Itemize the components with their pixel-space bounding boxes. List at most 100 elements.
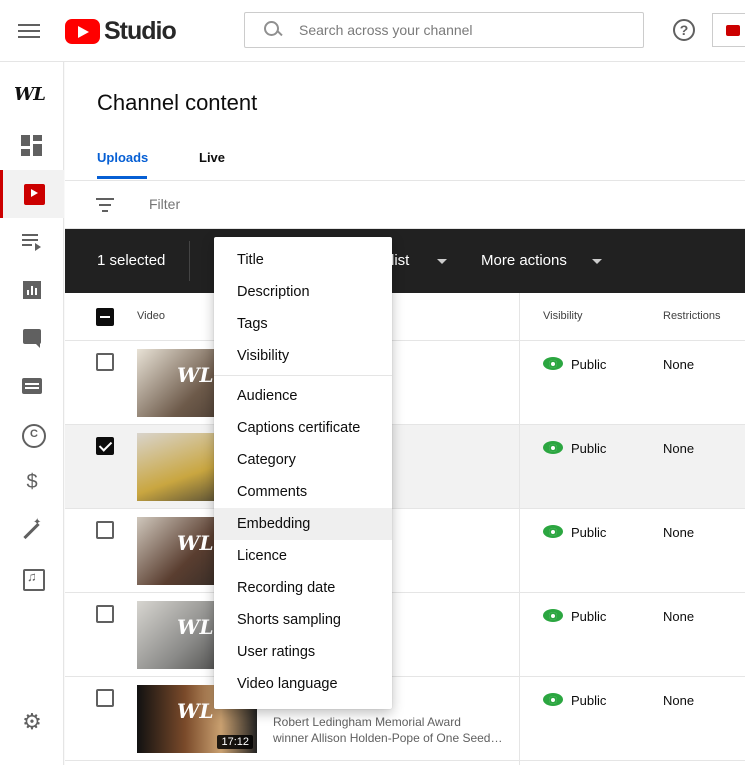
bulk-action-bar: 1 selected list More actions <box>65 229 745 293</box>
nav-audio-library[interactable] <box>0 554 64 602</box>
nav-analytics[interactable] <box>0 266 64 314</box>
nav-earn[interactable]: $ <box>0 458 64 506</box>
menu-item-recording-date[interactable]: Recording date <box>214 572 392 604</box>
visibility-eye-icon <box>543 356 563 372</box>
channel-avatar[interactable]: WL <box>14 84 46 105</box>
chevron-down-icon[interactable] <box>592 259 602 264</box>
restrictions-value: None <box>663 693 695 708</box>
row-checkbox[interactable] <box>96 353 114 371</box>
menu-item-description[interactable]: Description <box>214 276 392 308</box>
visibility-value[interactable]: Public <box>571 525 606 540</box>
edit-field-menu: Title Description Tags Visibility Audien… <box>214 237 392 709</box>
search-input[interactable] <box>299 22 629 38</box>
menu-item-audience[interactable]: Audience <box>214 380 392 412</box>
menu-item-video-language[interactable]: Video language <box>214 668 392 700</box>
chevron-down-icon[interactable] <box>437 259 447 264</box>
visibility-value[interactable]: Public <box>571 441 606 456</box>
audio-library-icon <box>21 567 45 591</box>
active-tab-indicator <box>97 176 147 179</box>
search-box[interactable] <box>244 12 644 48</box>
playlist-icon <box>21 231 43 253</box>
table-row[interactable]: ngs Mid-Century … lykhan Velji Designsig… <box>65 425 745 509</box>
video-description: Robert Ledingham Memorial Award winner Al… <box>273 715 503 745</box>
nav-copyright[interactable] <box>0 410 64 458</box>
nav-settings[interactable]: ⚙ <box>0 698 64 746</box>
nav-playlists[interactable] <box>0 218 64 266</box>
table-row[interactable]: WL onversation with … ednesday, designer… <box>65 509 745 593</box>
column-header-restrictions[interactable]: Restrictions <box>663 310 720 322</box>
dashboard-icon <box>21 135 43 157</box>
divider <box>65 180 745 181</box>
filter-input[interactable] <box>149 196 449 212</box>
table-header: Video Visibility Restrictions <box>65 293 745 341</box>
divider <box>189 241 190 281</box>
table-row[interactable]: WL 17:12 onversation with … Robert Ledin… <box>65 677 745 761</box>
magic-wand-icon <box>21 517 43 541</box>
menu-divider <box>214 375 392 376</box>
row-checkbox[interactable] <box>96 437 114 455</box>
select-all-checkbox[interactable] <box>96 308 114 326</box>
menu-item-captions-certificate[interactable]: Captions certificate <box>214 412 392 444</box>
page-title: Channel content <box>97 90 258 115</box>
filter-icon[interactable] <box>96 198 114 212</box>
column-divider <box>519 293 520 765</box>
visibility-eye-icon <box>543 692 563 708</box>
restrictions-value: None <box>663 525 695 540</box>
row-checkbox[interactable] <box>96 605 114 623</box>
more-actions-button[interactable]: More actions <box>481 252 567 269</box>
content-icon <box>21 183 45 205</box>
tab-uploads[interactable]: Uploads <box>97 150 148 165</box>
studio-logo[interactable]: Studio <box>65 17 177 46</box>
visibility-eye-icon <box>543 524 563 540</box>
menu-item-tags[interactable]: Tags <box>214 308 392 340</box>
menu-item-embedding[interactable]: Embedding <box>214 508 392 540</box>
row-checkbox[interactable] <box>96 689 114 707</box>
hamburger-menu-icon[interactable] <box>18 20 40 40</box>
restrictions-value: None <box>663 609 695 624</box>
menu-item-title[interactable]: Title <box>214 244 392 276</box>
row-checkbox[interactable] <box>96 521 114 539</box>
add-to-playlist-button[interactable]: list <box>391 252 409 269</box>
visibility-value[interactable]: Public <box>571 357 606 372</box>
side-nav: WL $ ⚙ <box>0 62 64 765</box>
restrictions-value: None <box>663 357 695 372</box>
thumbnail-logo: WL <box>177 699 214 723</box>
menu-item-user-ratings[interactable]: User ratings <box>214 636 392 668</box>
nav-dashboard[interactable] <box>0 122 64 170</box>
thumbnail-logo: WL <box>177 363 214 387</box>
column-header-video[interactable]: Video <box>137 310 165 322</box>
nav-customization[interactable] <box>0 506 64 554</box>
comments-icon <box>21 327 43 349</box>
visibility-eye-icon <box>543 608 563 624</box>
create-video-button[interactable] <box>712 13 745 47</box>
brand-label: Studio <box>104 17 177 45</box>
visibility-value[interactable]: Public <box>571 693 606 708</box>
subtitles-icon <box>21 375 43 397</box>
analytics-icon <box>21 279 43 301</box>
selected-count: 1 selected <box>97 252 166 269</box>
menu-item-shorts-sampling[interactable]: Shorts sampling <box>214 604 392 636</box>
tab-live[interactable]: Live <box>199 150 225 165</box>
top-bar: Studio ? <box>0 0 745 62</box>
nav-subtitles[interactable] <box>0 362 64 410</box>
nav-comments[interactable] <box>0 314 64 362</box>
thumbnail-logo: WL <box>177 531 214 555</box>
column-header-visibility[interactable]: Visibility <box>543 310 583 322</box>
dollar-icon: $ <box>26 471 38 493</box>
youtube-play-icon <box>65 19 100 44</box>
menu-item-category[interactable]: Category <box>214 444 392 476</box>
menu-item-comments[interactable]: Comments <box>214 476 392 508</box>
menu-item-visibility[interactable]: Visibility <box>214 340 392 372</box>
video-duration: 17:12 <box>217 735 253 749</box>
table-row[interactable]: WL onversation with … oject 22 Designl D… <box>65 593 745 677</box>
search-icon <box>257 12 293 48</box>
menu-item-licence[interactable]: Licence <box>214 540 392 572</box>
visibility-value[interactable]: Public <box>571 609 606 624</box>
restrictions-value: None <box>663 441 695 456</box>
table-row[interactable]: WL n Amanda Hamilt… ednesday, WLka Quin … <box>65 341 745 425</box>
help-icon[interactable]: ? <box>673 19 695 41</box>
nav-content[interactable] <box>0 170 64 218</box>
gear-icon: ⚙ <box>22 709 42 734</box>
main-content: Channel content Uploads Live 1 selected … <box>65 62 745 765</box>
thumbnail-logo: WL <box>177 615 214 639</box>
